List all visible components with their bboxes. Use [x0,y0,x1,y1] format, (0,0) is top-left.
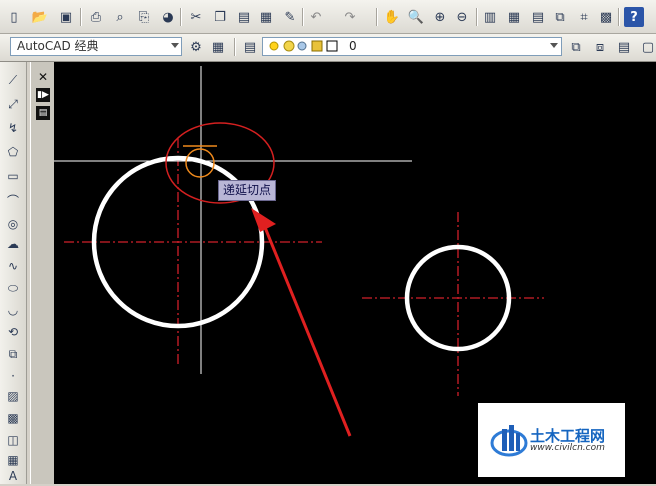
plot-icon[interactable]: ⎙ [86,7,106,27]
redo-icon[interactable]: ↷ [340,7,360,27]
layer-states-icon[interactable]: ▤ [614,37,634,57]
layer-select[interactable]: 0 [262,37,562,56]
snap-tooltip: 递延切点 [218,180,277,201]
3d-dwf-icon[interactable]: ◕ [158,7,178,27]
markup-icon[interactable]: ⌗ [574,7,594,27]
hatch-icon[interactable]: ▨ [3,386,23,406]
properties-icon[interactable]: ▥ [480,7,500,27]
workspace-value: AutoCAD 经典 [17,39,99,53]
layer-state-icons [269,40,338,52]
design-center-icon[interactable]: ▦ [504,7,524,27]
watermark: 土木工程网 www.civilcn.com [478,403,625,477]
standard-toolbar: ▯ 📂 ▣ ⎙ ⌕ ⎘ ◕ ✂ ❐ ▤ ▦ ✎ ↶ ↷ ✋ 🔍 ⊕ ⊖ ▥ ▦ … [0,0,656,34]
make-block-icon[interactable]: ⧉ [3,344,23,364]
qnew-icon[interactable]: ▯ [4,7,24,27]
chevron-down-icon[interactable] [171,43,179,48]
layer-value: 0 [349,39,357,53]
civilcn-logo-icon [490,425,528,457]
publish-icon[interactable]: ⎘ [134,7,154,27]
insert-block-icon[interactable]: ⟲ [3,322,23,342]
help-icon[interactable]: ? [624,7,644,27]
small-circle-centerlines [362,212,544,396]
palette-properties-icon[interactable]: ▤ [36,106,50,120]
make-current-layer-icon[interactable]: ⧉ [566,37,586,57]
zoom-realtime-icon[interactable]: 🔍 [406,7,426,27]
layer-properties-icon[interactable]: ▤ [240,37,260,57]
copy-icon[interactable]: ❐ [210,7,230,27]
multiline-text-icon[interactable]: A [3,466,23,486]
match-properties-icon[interactable]: ▦ [256,7,276,27]
workspace-customize-icon[interactable]: ▦ [208,37,228,57]
close-icon[interactable]: ✕ [36,70,50,84]
construction-line-icon[interactable]: ⤢ [3,94,23,114]
quickcalc-icon[interactable]: ▩ [596,7,616,27]
circle-icon[interactable]: ◎ [3,214,23,234]
tool-palettes-icon[interactable]: ▤ [528,7,548,27]
workspace-select[interactable]: AutoCAD 经典 [10,37,182,56]
large-circle-centerlines [64,138,322,364]
plot-preview-icon[interactable]: ⌕ [110,7,130,27]
undo-icon[interactable]: ↶ [306,7,326,27]
point-icon[interactable]: · [3,366,23,386]
auto-hide-icon[interactable]: ▮▶ [36,88,50,102]
rectangle-icon[interactable]: ▭ [3,166,23,186]
layer-previous-icon[interactable]: ⧈ [590,37,610,57]
block-editor-icon[interactable]: ✎ [280,7,300,27]
watermark-url: www.civilcn.com [530,443,605,453]
region-icon[interactable]: ◫ [3,430,23,450]
zoom-previous-icon[interactable]: ⊖ [452,7,472,27]
polyline-icon[interactable]: ↯ [3,118,23,138]
line-icon[interactable]: ⟋ [3,70,23,90]
spline-icon[interactable]: ∿ [3,256,23,276]
pan-icon[interactable]: ✋ [382,7,402,27]
save-icon[interactable]: ▣ [56,7,76,27]
ellipse-icon[interactable]: ⬭ [3,278,23,298]
gradient-icon[interactable]: ▩ [3,408,23,428]
zoom-window-icon[interactable]: ⊕ [430,7,450,27]
workspace-settings-icon[interactable]: ⚙ [186,37,206,57]
overflow-icon[interactable]: ▢ [638,37,656,57]
draw-toolbar: ⟋ ⤢ ↯ ⬠ ▭ ⌒ ◎ ☁ ∿ ⬭ ◡ ⟲ ⧉ · ▨ ▩ ◫ ▦ A [0,62,27,484]
cut-icon[interactable]: ✂ [186,7,206,27]
revision-cloud-icon[interactable]: ☁ [3,234,23,254]
ellipse-arc-icon[interactable]: ◡ [3,300,23,320]
palette-title-strip: ✕ ▮▶ ▤ [30,62,54,484]
polygon-icon[interactable]: ⬠ [3,142,23,162]
crosshair-cursor [54,66,412,374]
chevron-down-icon[interactable] [550,43,558,48]
open-icon[interactable]: 📂 [30,7,50,27]
paste-icon[interactable]: ▤ [234,7,254,27]
sheet-set-icon[interactable]: ⧉ [550,7,570,27]
arc-icon[interactable]: ⌒ [3,190,23,210]
